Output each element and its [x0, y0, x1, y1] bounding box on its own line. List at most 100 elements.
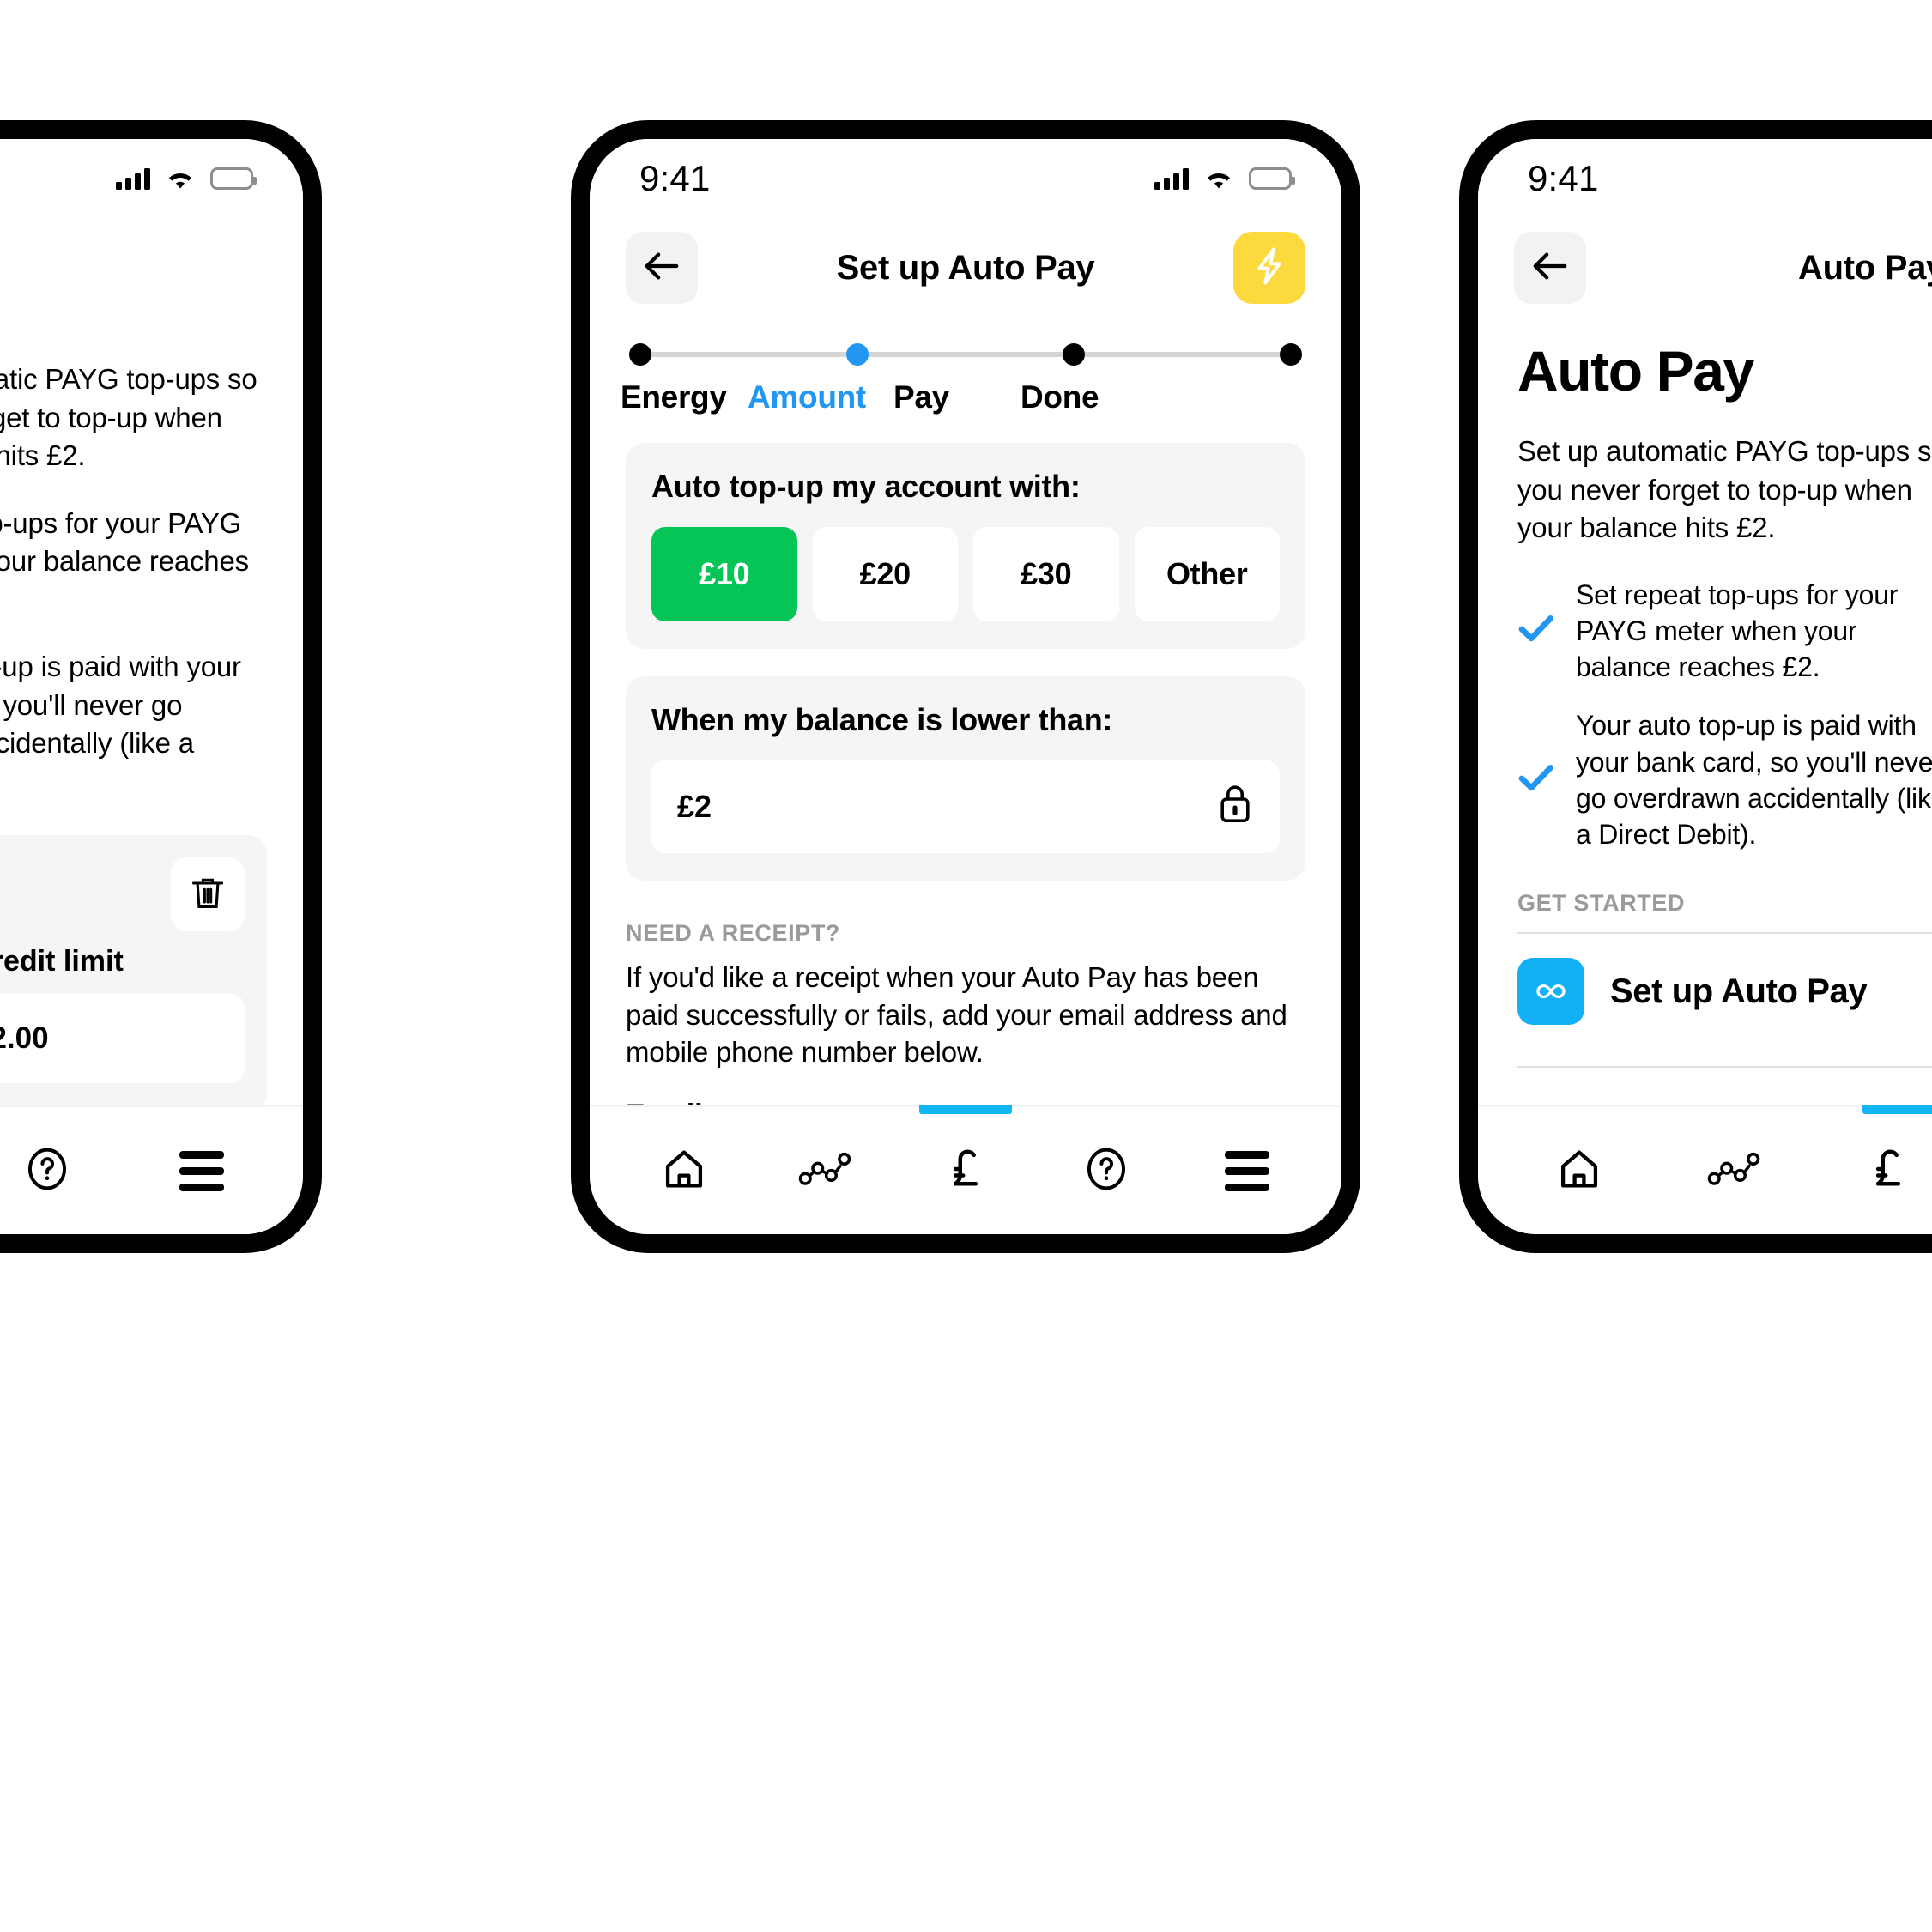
- auto-pay-intro: Set up automatic PAYG top-ups so you nev…: [1517, 435, 1932, 544]
- home-icon: [661, 1146, 707, 1196]
- step-label-amount: Amount: [748, 379, 866, 415]
- credit-limit-card: Credit limit £2.00: [0, 835, 267, 1105]
- receipt-section-label: NEED A RECEIPT?: [626, 920, 841, 946]
- infinity-icon: [1517, 958, 1584, 1026]
- auto-pay-heading: Auto Pay: [1517, 339, 1754, 403]
- left-status-bar: 9:41: [0, 139, 303, 218]
- benefit-item: Your auto top-up is paid with your bank …: [1517, 707, 1932, 852]
- step-label-energy: Energy: [621, 379, 727, 415]
- left-tab-bar: [0, 1105, 303, 1234]
- threshold-field[interactable]: £2: [651, 760, 1280, 853]
- center-status-time: 9:41: [639, 158, 711, 198]
- get-started-label: GET STARTED: [1517, 890, 1686, 917]
- tab-help[interactable]: [1036, 1107, 1177, 1234]
- tab-home[interactable]: [614, 1107, 754, 1234]
- phone-center: 9:41 Set up Auto Pay Energy Amount Pay D…: [571, 120, 1360, 1253]
- back-button[interactable]: [626, 232, 698, 304]
- center-status-bar: 9:41: [590, 139, 1341, 218]
- step-dot-pay[interactable]: [1063, 343, 1086, 366]
- tab-home[interactable]: [1502, 1107, 1656, 1234]
- stepper-track: [626, 343, 1305, 366]
- tab-indicator: [919, 1105, 1012, 1114]
- amount-option-10[interactable]: £10: [651, 527, 797, 621]
- stepper-labels: Energy Amount Pay Done: [621, 379, 1305, 415]
- lock-icon: [1216, 782, 1254, 833]
- amount-card-title: Auto top-up my account with:: [651, 469, 1081, 504]
- step-bar-1: [651, 352, 846, 357]
- back-arrow-icon: [1530, 249, 1570, 288]
- usage-chart-icon: [798, 1148, 851, 1195]
- left-paragraph-2: Set repeat top-ups for your PAYG meter w…: [0, 506, 249, 578]
- tab-usage[interactable]: [1656, 1107, 1811, 1234]
- check-icon: [1517, 762, 1555, 797]
- benefit-text: Set repeat top-ups for your PAYG meter w…: [1576, 578, 1899, 683]
- tab-balance[interactable]: [1811, 1105, 1932, 1234]
- right-body: Auto Pay Set up automatic PAYG top-ups s…: [1478, 312, 1932, 1105]
- right-status-time: 9:41: [1528, 158, 1599, 198]
- step-label-pay: Pay: [893, 379, 949, 415]
- delete-button[interactable]: [171, 857, 245, 932]
- phone-left: 9:41 Auto Pay Set up automatic PAYG top-…: [0, 120, 322, 1253]
- screenshot-stage: 9:41 Auto Pay Set up automatic PAYG top-…: [0, 0, 1932, 1932]
- center-status-icons: [1154, 167, 1295, 190]
- phone-right: 9:41 Auto Pay Auto Pay Set up automatic …: [1459, 120, 1932, 1253]
- tab-usage[interactable]: [754, 1107, 895, 1234]
- right-page-title: Auto Pay: [1798, 248, 1932, 287]
- left-status-icons: [116, 167, 257, 190]
- left-paragraph-3: Your auto top-up is paid with your bank …: [0, 651, 241, 760]
- boost-button[interactable]: [1233, 232, 1305, 304]
- left-body: Set up automatic PAYG top-ups so you nev…: [0, 312, 303, 1105]
- progress-stepper: Energy Amount Pay Done: [621, 343, 1305, 415]
- menu-icon: [179, 1150, 224, 1191]
- battery-icon: [1249, 167, 1295, 190]
- center-screen: 9:41 Set up Auto Pay Energy Amount Pay D…: [590, 139, 1341, 1234]
- pound-icon: [943, 1145, 988, 1197]
- step-dot-amount[interactable]: [845, 343, 869, 366]
- back-button[interactable]: [1514, 232, 1586, 304]
- lightning-bolt-icon: [1251, 245, 1287, 291]
- step-bar-2: [868, 352, 1063, 357]
- cellular-signal-icon: [116, 167, 150, 190]
- amount-card: Auto top-up my account with: £10 £20 £30…: [626, 443, 1305, 649]
- amount-option-20[interactable]: £20: [812, 527, 958, 621]
- threshold-card-title: When my balance is lower than:: [651, 702, 1113, 737]
- amount-options: £10 £20 £30 Other: [651, 527, 1280, 621]
- tab-menu[interactable]: [1177, 1107, 1317, 1234]
- back-arrow-icon: [642, 249, 681, 288]
- credit-limit-title: Credit limit: [0, 945, 124, 978]
- tab-balance[interactable]: [895, 1105, 1036, 1234]
- amount-option-other[interactable]: Other: [1134, 527, 1280, 621]
- wifi-icon: [166, 167, 195, 190]
- credit-limit-row: £2.00: [0, 994, 245, 1084]
- right-tab-bar: [1478, 1105, 1932, 1234]
- amount-option-30[interactable]: £30: [973, 527, 1119, 621]
- menu-icon: [1225, 1150, 1269, 1191]
- cellular-signal-icon: [1154, 167, 1189, 190]
- set-up-auto-pay-label: Set up Auto Pay: [1610, 972, 1868, 1010]
- home-icon: [1556, 1146, 1602, 1196]
- benefit-text: Your auto top-up is paid with your bank …: [1576, 710, 1932, 851]
- left-page-title: Auto Pay: [0, 249, 267, 288]
- left-screen: 9:41 Auto Pay Set up automatic PAYG top-…: [0, 139, 303, 1234]
- step-dot-energy[interactable]: [629, 343, 651, 366]
- battery-icon: [210, 167, 257, 190]
- pound-icon: [1866, 1145, 1911, 1197]
- help-icon: [1082, 1145, 1130, 1197]
- center-page-title: Set up Auto Pay: [836, 248, 1095, 287]
- center-body: Energy Amount Pay Done Auto top-up my ac…: [590, 312, 1341, 1105]
- threshold-card: When my balance is lower than: £2: [626, 676, 1305, 881]
- tab-help[interactable]: [0, 1107, 124, 1234]
- credit-limit-value[interactable]: £2.00: [0, 994, 245, 1084]
- wifi-icon: [1204, 167, 1233, 190]
- set-up-auto-pay-row[interactable]: Set up Auto Pay: [1517, 934, 1932, 1051]
- tab-menu[interactable]: [124, 1107, 279, 1234]
- usage-chart-icon: [1707, 1148, 1760, 1195]
- check-icon: [1517, 613, 1555, 648]
- trash-icon: [189, 873, 227, 917]
- step-dot-done[interactable]: [1280, 343, 1303, 366]
- receipt-description: If you'd like a receipt when your Auto P…: [626, 961, 1287, 1069]
- tab-indicator: [1862, 1105, 1932, 1114]
- right-nav-bar: Auto Pay: [1478, 218, 1932, 312]
- center-nav-bar: Set up Auto Pay: [590, 218, 1341, 312]
- threshold-value: £2: [677, 789, 712, 824]
